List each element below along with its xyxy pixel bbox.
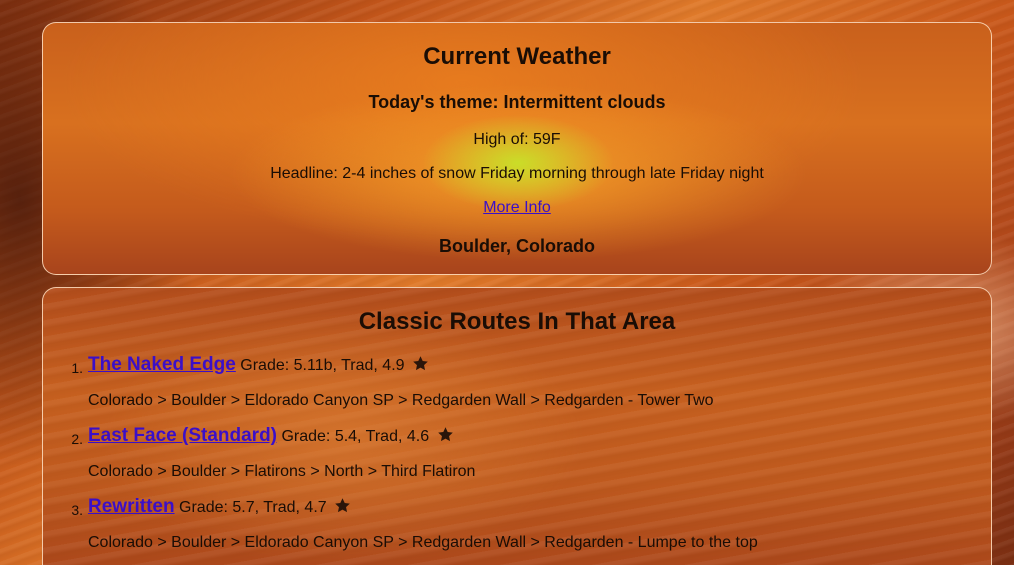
route-header: Rewritten Grade: 5.7, Trad, 4.7 (88, 496, 351, 518)
route-item: 1. The Naked Edge Grade: 5.11b, Trad, 4.… (43, 354, 991, 425)
route-item: 3. Rewritten Grade: 5.7, Trad, 4.7 Color… (43, 496, 991, 565)
more-info-link[interactable]: More Info (483, 199, 551, 216)
weather-high-temp: High of: 59F (473, 131, 561, 148)
weather-title: Current Weather (423, 43, 611, 70)
route-location-path: Colorado > Boulder > Eldorado Canyon SP … (88, 392, 714, 409)
route-grade: Grade: 5.7, Trad, 4.7 (179, 499, 327, 516)
classic-routes-card: Classic Routes In That Area 1. The Naked… (42, 287, 992, 565)
current-weather-card: Current Weather Today's theme: Intermitt… (42, 22, 992, 275)
route-grade: Grade: 5.4, Trad, 4.6 (281, 428, 430, 445)
route-grade: Grade: 5.11b, Trad, 4.9 (240, 357, 405, 374)
route-number: 3. (71, 502, 83, 518)
route-name-link[interactable]: The Naked Edge (88, 354, 236, 375)
route-location-path: Colorado > Boulder > Eldorado Canyon SP … (88, 534, 758, 551)
route-header: East Face (Standard) Grade: 5.4, Trad, 4… (88, 425, 454, 447)
route-list: 1. The Naked Edge Grade: 5.11b, Trad, 4.… (43, 354, 991, 565)
star-icon (335, 498, 350, 513)
route-number: 2. (71, 431, 83, 447)
route-name-link[interactable]: Rewritten (88, 496, 175, 517)
route-location-path: Colorado > Boulder > Flatirons > North >… (88, 463, 476, 480)
route-name-link[interactable]: East Face (Standard) (88, 425, 277, 446)
route-header: The Naked Edge Grade: 5.11b, Trad, 4.9 (88, 354, 429, 376)
more-info-container: More Info (43, 199, 991, 217)
weather-location: Boulder, Colorado (438, 236, 595, 256)
weather-headline: Headline: 2-4 inches of snow Friday morn… (270, 165, 764, 182)
star-icon (413, 356, 428, 371)
routes-title: Classic Routes In That Area (358, 308, 676, 335)
route-item: 2. East Face (Standard) Grade: 5.4, Trad… (43, 425, 991, 496)
route-number: 1. (71, 360, 83, 376)
star-icon (437, 427, 453, 442)
weather-theme: Today's theme: Intermittent clouds (368, 92, 666, 112)
